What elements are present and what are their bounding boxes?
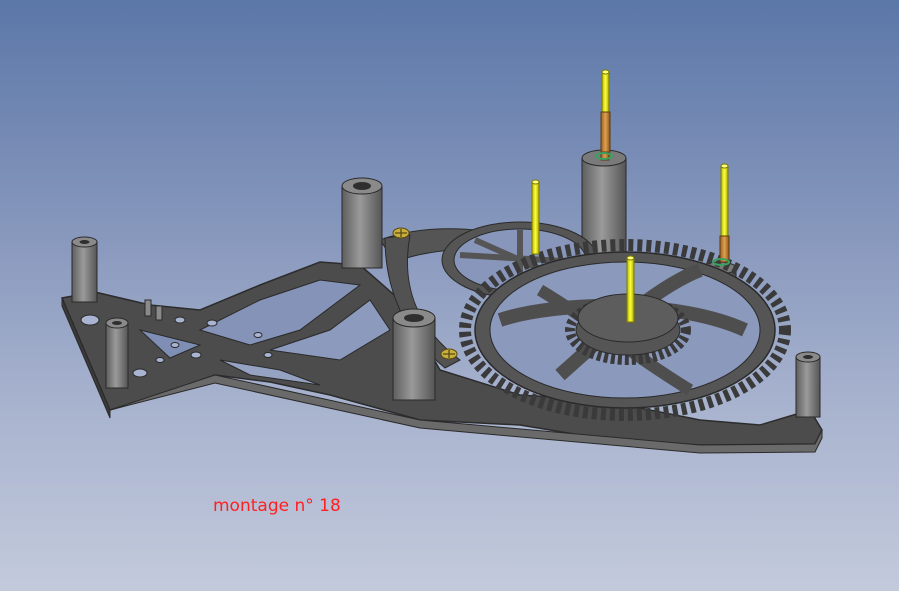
pillar-tall-rear <box>341 177 383 269</box>
clock-mechanism-model[interactable] <box>0 0 899 591</box>
pillar-center-front <box>392 308 436 401</box>
screw-lower <box>440 348 458 360</box>
screw-upper <box>392 227 410 239</box>
arbor-center-front <box>626 255 635 323</box>
pillar-right-front <box>795 351 821 418</box>
arbor-center-tall <box>595 69 613 161</box>
pillar-left-front <box>105 317 129 389</box>
cad-viewport[interactable]: montage n° 18 <box>0 0 899 591</box>
pillar-left-rear <box>71 236 98 303</box>
arbor-escape <box>531 179 540 255</box>
arbor-right <box>712 163 730 266</box>
montage-caption: montage n° 18 <box>213 496 341 516</box>
